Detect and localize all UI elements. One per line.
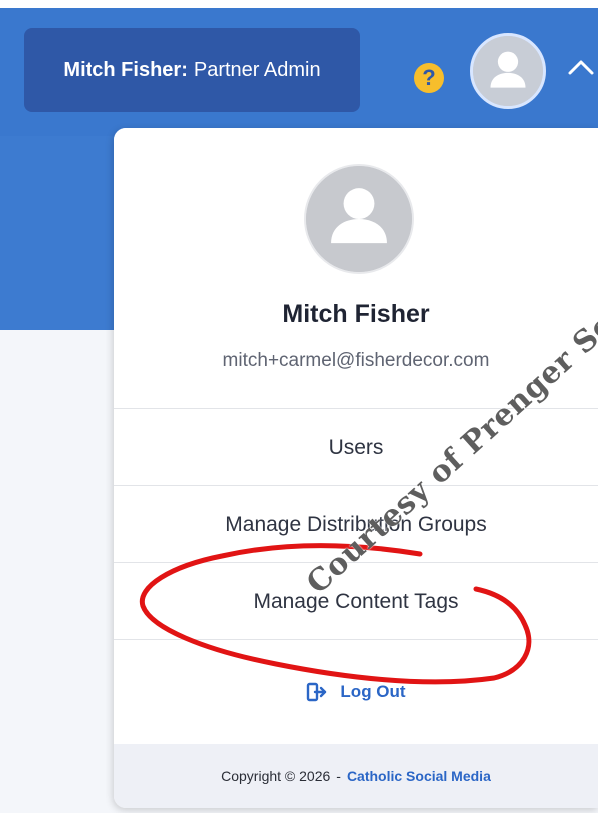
logout-label: Log Out [340,682,406,701]
menu-item-users-label: Users [328,436,384,459]
footer-link[interactable]: Catholic Social Media [347,769,491,783]
menu-item-manage-distribution-groups-label: Manage Distribution Groups [225,513,487,536]
top-white-strip [0,0,598,8]
logout-icon [306,681,328,703]
menu-item-manage-distribution-groups[interactable]: Manage Distribution Groups [114,485,598,563]
profile-section: Mitch Fisher mitch+carmel@fisherdecor.co… [114,128,598,408]
user-name: Mitch Fisher: [63,59,188,81]
profile-email: mitch+carmel@fisherdecor.com [222,350,490,371]
menu-item-users[interactable]: Users [114,408,598,486]
logout-button[interactable]: Log Out [114,639,598,744]
profile-avatar [304,164,414,274]
user-avatar-button[interactable] [470,33,546,109]
user-avatar-icon [473,36,543,106]
menu-item-manage-content-tags[interactable]: Manage Content Tags [114,562,598,640]
profile-name: Mitch Fisher [282,300,430,328]
menu-item-manage-content-tags-label: Manage Content Tags [253,590,459,613]
user-role: Partner Admin [193,59,321,81]
copyright-text: Copyright © 2026 [221,768,331,784]
user-role-chip: Mitch Fisher: Partner Admin [24,28,360,112]
chevron-up-icon[interactable] [565,53,597,79]
profile-avatar-icon [306,166,412,272]
user-dropdown-menu: Mitch Fisher mitch+carmel@fisherdecor.co… [114,128,598,808]
help-icon[interactable]: ? [414,63,444,93]
dropdown-footer: Copyright © 2026 - Catholic Social Media [114,744,598,808]
copyright-separator: - [336,768,341,784]
